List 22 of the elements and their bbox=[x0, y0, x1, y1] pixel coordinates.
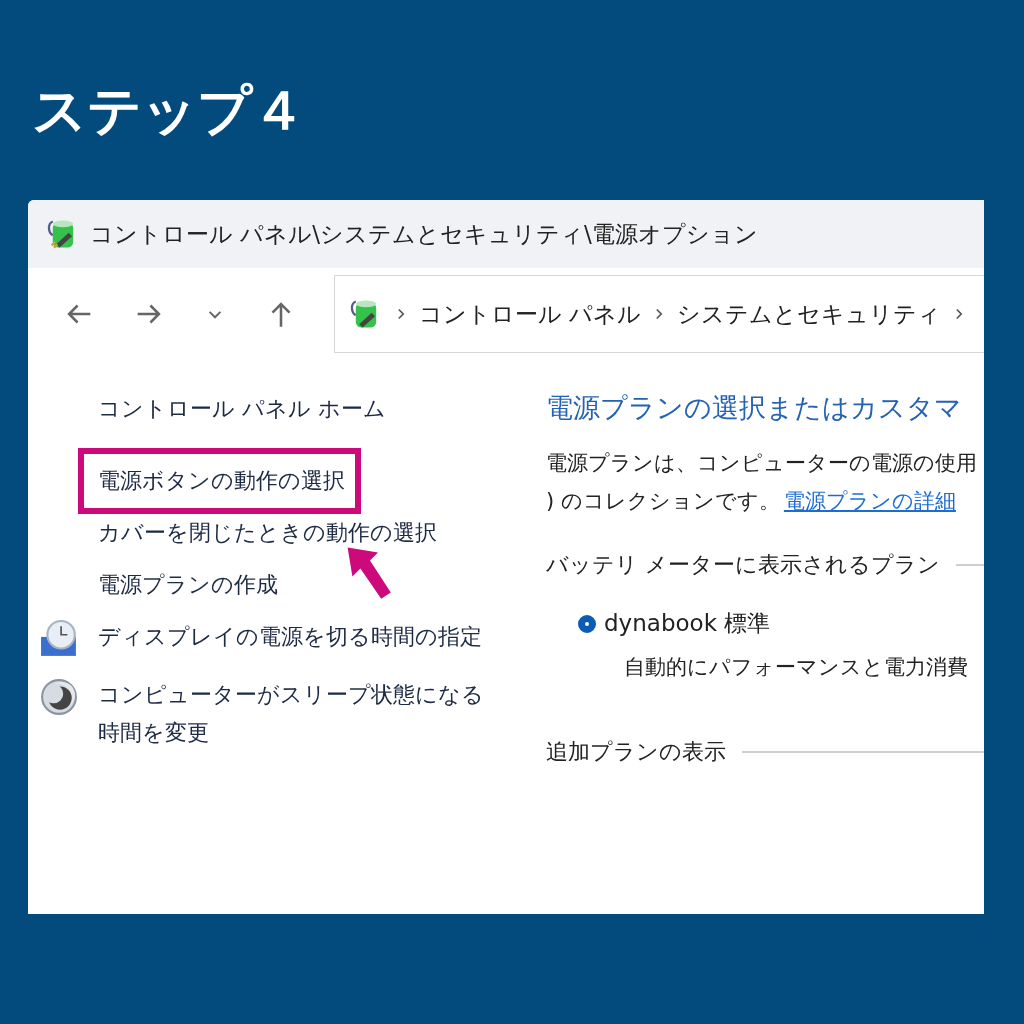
sidebar-link[interactable]: 電源ボタンの動作の選択 bbox=[78, 448, 361, 514]
breadcrumb-item[interactable]: コントロール パネル bbox=[419, 298, 642, 330]
sidebar-link[interactable]: カバーを閉じたときの動作の選択 bbox=[98, 514, 437, 552]
section-title: バッテリ メーターに表示されるプラン bbox=[546, 551, 940, 579]
sidebar-link[interactable]: コントロール パネル ホーム bbox=[98, 390, 386, 428]
details-link[interactable]: 電源プランの詳細 bbox=[783, 489, 956, 513]
clock-icon bbox=[40, 620, 78, 658]
sidebar-link[interactable]: コンピューターがスリープ状態になる時間を変更 bbox=[98, 676, 498, 752]
section-title: 追加プランの表示 bbox=[546, 738, 726, 766]
page-heading: 電源プランの選択またはカスタマ bbox=[546, 391, 963, 425]
intro-text: 電源プランは、コンピューターの電源の使用 ) のコレクションです。 電源プランの詳細 bbox=[546, 450, 978, 515]
sidebar-link[interactable]: ディスプレイの電源を切る時間の指定 bbox=[98, 618, 482, 656]
plan-name: dynabook 標準 bbox=[604, 609, 771, 638]
address-bar[interactable]: コントロール パネル システムとセキュリティ bbox=[334, 275, 984, 353]
breadcrumb-item[interactable]: システムとセキュリティ bbox=[677, 298, 942, 330]
moon-icon bbox=[40, 678, 78, 716]
pointer-arrow-icon bbox=[346, 546, 394, 602]
radio-button[interactable] bbox=[578, 614, 596, 633]
step-heading: ステップ４ bbox=[31, 77, 307, 142]
sidebar-link[interactable]: 電源プランの作成 bbox=[98, 566, 278, 604]
plan-description: 自動的にパフォーマンスと電力消費 bbox=[623, 654, 969, 681]
window-title: コントロール パネル\システムとセキュリティ\電源オプション bbox=[90, 219, 758, 249]
